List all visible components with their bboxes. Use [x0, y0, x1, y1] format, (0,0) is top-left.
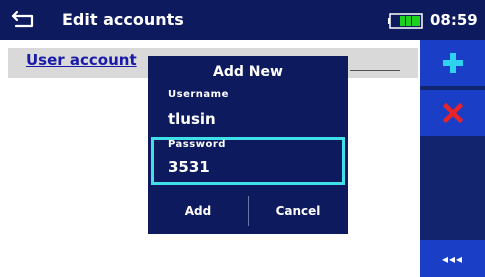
password-label: Password: [168, 139, 226, 150]
more-options-button[interactable]: ◂◂◂: [420, 240, 485, 277]
add-account-button[interactable]: [420, 40, 485, 88]
x-icon: [442, 103, 463, 123]
dialog-cancel-button[interactable]: Cancel: [248, 196, 348, 226]
add-new-dialog: Add New Username tlusin Password 3531 Ad…: [148, 56, 348, 234]
user-account-title[interactable]: User account: [26, 51, 137, 69]
username-label: Username: [168, 89, 229, 100]
password-field[interactable]: 3531: [168, 158, 210, 176]
username-field[interactable]: tlusin: [168, 110, 216, 128]
plus-icon: [442, 53, 463, 73]
page-title: Edit accounts: [62, 10, 184, 29]
back-arrow-icon[interactable]: [10, 8, 40, 32]
battery-icon: [388, 13, 423, 29]
clock-time: 08:59: [430, 11, 478, 29]
right-toolbar: ◂◂◂: [420, 40, 485, 277]
header-divider: [350, 70, 400, 71]
dialog-add-button[interactable]: Add: [148, 196, 248, 226]
delete-account-button[interactable]: [420, 90, 485, 138]
top-bar: Edit accounts 08:59: [0, 0, 485, 40]
dialog-title: Add New: [213, 64, 283, 80]
more-label: ◂◂◂: [441, 251, 464, 266]
